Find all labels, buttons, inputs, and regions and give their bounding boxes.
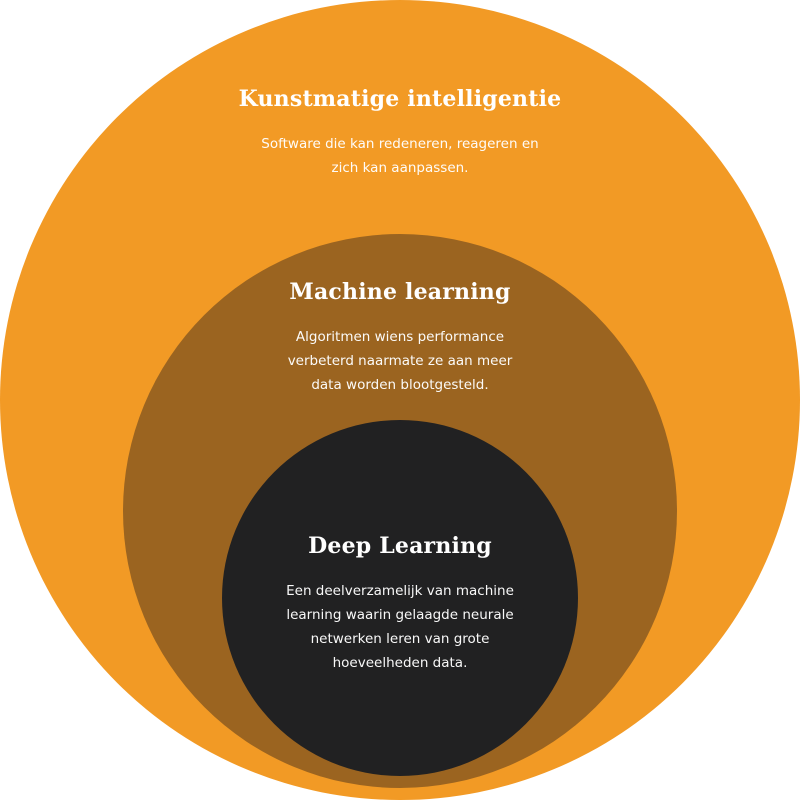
machine-learning-description: Algoritmen wiens performance verbeterd n… — [287, 329, 513, 393]
deep-learning-label-group: Deep Learning Een deelverzamelijk van ma… — [0, 533, 800, 675]
ai-label-group: Kunstmatige intelligentie Software die k… — [0, 86, 800, 180]
ai-description: Software die kan redeneren, reageren en … — [261, 136, 539, 176]
ai-title: Kunstmatige intelligentie — [238, 86, 562, 112]
deep-learning-title: Deep Learning — [308, 533, 492, 559]
machine-learning-title: Machine learning — [289, 279, 511, 305]
deep-learning-description: Een deelverzamelijk van machine learning… — [286, 583, 514, 671]
machine-learning-label-group: Machine learning Algoritmen wiens perfor… — [0, 279, 800, 397]
